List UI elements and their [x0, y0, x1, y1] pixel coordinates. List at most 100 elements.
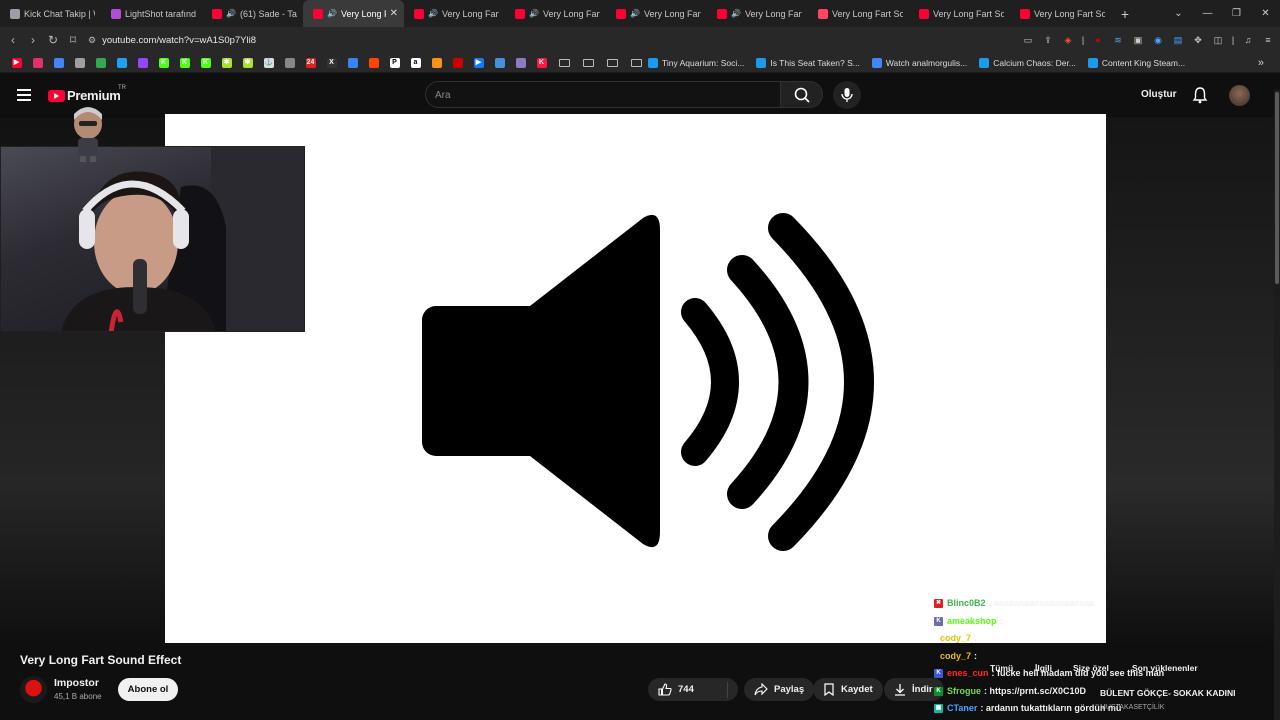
user-avatar[interactable] [1229, 85, 1250, 106]
search-button[interactable] [781, 81, 823, 108]
tab-audio-icon[interactable]: 🔊 [529, 9, 539, 18]
browser-tab[interactable]: Kick Chat Takip | W [0, 0, 101, 27]
browser-tab[interactable]: LightShot tarafından [101, 0, 202, 27]
search-icon [794, 87, 810, 103]
channel-name[interactable]: Impostor [54, 677, 99, 689]
bookmark-link[interactable]: Content King Steam... [1087, 57, 1185, 68]
new-tab-button[interactable]: + [1111, 6, 1139, 22]
tab-audio-icon[interactable]: 🔊 [428, 9, 438, 18]
voice-search-button[interactable] [833, 81, 861, 109]
bookmark-icon[interactable] [447, 55, 468, 71]
tab-close-icon[interactable]: ✕ [386, 8, 398, 19]
bookmark-link[interactable]: Watch analmorgulis... [871, 57, 967, 68]
menu-hamburger-icon[interactable] [17, 89, 31, 101]
bookmark-icon[interactable]: ✱ [237, 55, 258, 71]
browser-tab[interactable]: Very Long Fart Sou [808, 0, 909, 27]
bookmark-link[interactable]: Is This Seat Taken? S... [756, 57, 860, 68]
bookmark-icon[interactable]: P [384, 55, 405, 71]
create-button[interactable]: Oluştur [1141, 89, 1177, 100]
chat-message: Kameakshop: [934, 616, 1003, 626]
bookmark-folder-icon[interactable] [600, 55, 624, 71]
browser-tab[interactable]: Very Long Fart Sou [1010, 0, 1111, 27]
maximize-button[interactable]: ❐ [1222, 8, 1251, 19]
youtube-premium-logo[interactable]: Premium TR [48, 85, 126, 103]
bookmark-icon[interactable]: ▶ [468, 55, 489, 71]
browser-tab[interactable]: 🔊 (61) Sade - Tar [202, 0, 303, 27]
bookmark-link[interactable]: Calcium Chaos: Der... [979, 57, 1076, 68]
bookmark-folder-icon[interactable] [576, 55, 600, 71]
bookmark-folder-icon[interactable] [624, 55, 648, 71]
bookmark-favicon [515, 57, 526, 68]
subscribe-button[interactable]: Abone ol [118, 678, 178, 701]
bookmark-icon[interactable]: a [405, 55, 426, 71]
browser-tab[interactable]: 🔊 Very Long Fart [707, 0, 808, 27]
bookmark-icon[interactable]: ⚓ [258, 55, 279, 71]
bookmark-icon[interactable] [426, 55, 447, 71]
bookmark-icon[interactable] [48, 55, 69, 71]
bookmark-icon[interactable] [111, 55, 132, 71]
tab-audio-icon[interactable]: 🔊 [327, 9, 337, 18]
media-control-icon[interactable]: ♫ [1240, 32, 1256, 48]
close-window-button[interactable]: ✕ [1251, 8, 1280, 19]
browser-tab[interactable]: Very Long Fart Sou [909, 0, 1010, 27]
bookmark-icon[interactable]: K [153, 55, 174, 71]
browser-tab[interactable]: 🔊 Very Long Fart [404, 0, 505, 27]
screenshot-extension-icon[interactable]: ▣ [1130, 32, 1146, 48]
share-icon[interactable]: ⇪ [1040, 32, 1056, 48]
tab-audio-icon[interactable]: 🔊 [630, 9, 640, 18]
bookmark-link[interactable]: Tiny Aquarium: Soci... [648, 57, 744, 68]
window-controls: ⌄ — ❐ ✕ [1164, 0, 1280, 27]
brave-shield-icon[interactable]: ◈ [1060, 32, 1076, 48]
forward-button[interactable]: › [23, 33, 43, 47]
color-extension-icon[interactable]: ◉ [1150, 32, 1166, 48]
share-button[interactable]: Paylaş [744, 678, 815, 701]
menu-icon[interactable]: ≡ [1260, 32, 1276, 48]
browser-tab[interactable]: 🔊 Very Long F ✕ [303, 0, 404, 27]
tab-extension-icon[interactable]: ▤ [1170, 32, 1186, 48]
bookmark-icon[interactable]: 24 [300, 55, 321, 71]
bookmark-icon[interactable]: ✱ [216, 55, 237, 71]
scrollbar-thumb[interactable] [1275, 92, 1279, 284]
sidebar-icon[interactable]: ◫ [1210, 32, 1226, 48]
more-bookmarks-icon[interactable]: » [1258, 57, 1264, 69]
save-button[interactable]: Kaydet [813, 678, 883, 701]
bookmark-icon[interactable]: K [531, 55, 552, 71]
minimize-button[interactable]: — [1193, 8, 1222, 19]
site-info-icon[interactable]: ⚙ [88, 35, 96, 46]
tab-audio-icon[interactable]: 🔊 [226, 9, 236, 18]
bookmark-icon[interactable] [489, 55, 510, 71]
back-button[interactable]: ‹ [3, 33, 23, 47]
bookmark-icon[interactable] [27, 55, 48, 71]
video-player[interactable] [165, 114, 1106, 643]
bookmark-icon[interactable]: ▶ [6, 55, 27, 71]
bookmark-icon[interactable]: K [195, 55, 216, 71]
bookmark-favicon [32, 57, 43, 68]
tab-search-chevron-icon[interactable]: ⌄ [1164, 8, 1193, 19]
bookmark-icon[interactable]: X [321, 55, 342, 71]
bookmark-icon[interactable] [69, 55, 90, 71]
browser-tab[interactable]: 🔊 Very Long Fart [606, 0, 707, 27]
channel-avatar[interactable] [20, 676, 47, 703]
tab-audio-icon[interactable]: 🔊 [731, 9, 741, 18]
bookmark-icon[interactable] [363, 55, 384, 71]
extensions-puzzle-icon[interactable]: ✥ [1190, 32, 1206, 48]
audio-extension-icon[interactable]: ≋ [1110, 32, 1126, 48]
bookmark-folder-icon[interactable] [552, 55, 576, 71]
search-input[interactable]: Ara [425, 81, 781, 108]
browser-tab[interactable]: 🔊 Very Long Fart [505, 0, 606, 27]
reload-button[interactable]: ↻ [43, 33, 63, 47]
bookmark-icon[interactable] [279, 55, 300, 71]
ublock-icon[interactable]: ● [1090, 32, 1106, 48]
url-field[interactable]: ⚙ youtube.com/watch?v=wA1S0p7Yli8 [88, 30, 1068, 50]
bookmark-icon[interactable] [342, 55, 363, 71]
bookmark-icon[interactable] [510, 55, 531, 71]
bookmark-icon[interactable] [132, 55, 153, 71]
bookmark-page-icon[interactable]: ⌑ [63, 33, 83, 47]
bookmark-icon[interactable]: K [174, 55, 195, 71]
chat-badge-icon: ▣ [934, 703, 943, 713]
tab-title: LightShot tarafından [125, 8, 196, 19]
like-dislike-group[interactable]: 744 [648, 678, 738, 701]
bookmark-icon[interactable] [90, 55, 111, 71]
notifications-bell-icon[interactable] [1192, 86, 1208, 104]
install-app-icon[interactable]: ▭ [1020, 32, 1036, 48]
